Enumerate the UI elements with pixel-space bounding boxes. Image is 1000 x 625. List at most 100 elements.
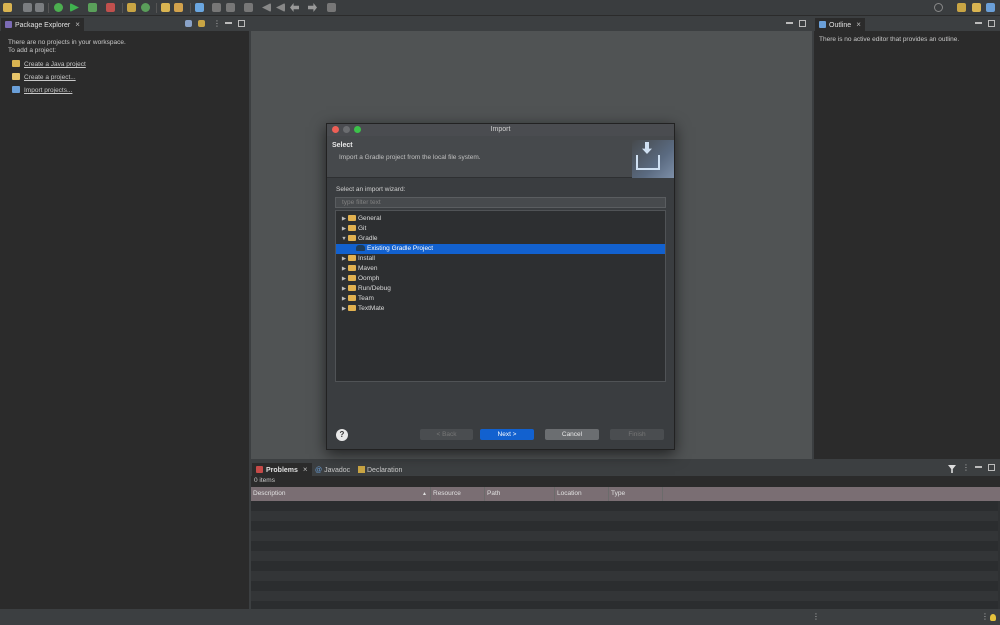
editor-maximize-icon[interactable] bbox=[799, 20, 806, 27]
forward-arrow-icon[interactable] bbox=[308, 3, 317, 12]
table-row bbox=[251, 541, 998, 551]
save-all-icon[interactable] bbox=[35, 3, 44, 12]
view-menu-icon[interactable]: ⋮ bbox=[213, 19, 221, 28]
status-menu-icon[interactable]: ⋮ bbox=[981, 612, 989, 621]
expand-arrow-icon[interactable]: ▶ bbox=[340, 294, 348, 304]
import-projects-link[interactable]: Import projects... bbox=[12, 86, 72, 96]
table-row bbox=[251, 571, 998, 581]
close-icon[interactable]: × bbox=[75, 20, 80, 29]
minimize-icon[interactable] bbox=[975, 466, 982, 468]
tree-item-gradle[interactable]: ▼ Gradle bbox=[336, 234, 665, 244]
search-icon[interactable] bbox=[934, 3, 943, 12]
coverage-icon[interactable] bbox=[88, 3, 97, 12]
next-annotation-icon[interactable] bbox=[244, 3, 253, 12]
tree-item-textmate[interactable]: ▶ TextMate bbox=[336, 304, 665, 314]
collapse-arrow-icon[interactable]: ▼ bbox=[340, 234, 348, 244]
link-editor-icon[interactable] bbox=[198, 20, 205, 27]
column-header-path[interactable]: Path bbox=[485, 487, 555, 501]
problems-item-count: 0 items bbox=[254, 477, 275, 484]
maximize-icon[interactable] bbox=[238, 20, 245, 27]
project-icon bbox=[12, 73, 20, 80]
new-package-icon[interactable] bbox=[127, 3, 136, 12]
expand-arrow-icon[interactable]: ▶ bbox=[340, 304, 348, 314]
next-button[interactable]: Next > bbox=[480, 429, 534, 440]
expand-arrow-icon[interactable]: ▶ bbox=[340, 274, 348, 284]
open-perspective-icon[interactable] bbox=[957, 3, 966, 12]
debug-perspective-icon[interactable] bbox=[986, 3, 995, 12]
maximize-icon[interactable] bbox=[988, 20, 995, 27]
expand-arrow-icon[interactable]: ▶ bbox=[340, 254, 348, 264]
cancel-button[interactable]: Cancel bbox=[545, 429, 599, 440]
editor-minimize-icon[interactable] bbox=[786, 22, 793, 24]
view-menu-icon[interactable]: ⋮ bbox=[962, 463, 970, 472]
no-projects-message: There are no projects in your workspace. bbox=[8, 39, 126, 46]
lightbulb-icon[interactable] bbox=[990, 614, 996, 621]
status-bar: ⋮ ⋮ bbox=[0, 610, 1000, 625]
tree-item-general[interactable]: ▶ General bbox=[336, 214, 665, 224]
last-edit-icon[interactable] bbox=[276, 3, 285, 12]
zoom-window-button[interactable] bbox=[354, 126, 361, 133]
tree-item-maven[interactable]: ▶ Maven bbox=[336, 264, 665, 274]
save-icon[interactable] bbox=[23, 3, 32, 12]
tree-item-install[interactable]: ▶ Install bbox=[336, 254, 665, 264]
column-header-location[interactable]: Location bbox=[555, 487, 609, 501]
tree-item-git[interactable]: ▶ Git bbox=[336, 224, 665, 234]
tree-item-team[interactable]: ▶ Team bbox=[336, 294, 665, 304]
dialog-titlebar: Import bbox=[327, 124, 674, 136]
back-button[interactable]: < Back bbox=[420, 429, 473, 440]
back-icon[interactable] bbox=[262, 3, 271, 12]
dialog-header: Select Import a Gradle project from the … bbox=[327, 136, 674, 178]
table-row bbox=[251, 591, 998, 601]
new-class-icon[interactable] bbox=[141, 3, 150, 12]
expand-arrow-icon[interactable]: ▶ bbox=[340, 284, 348, 294]
tab-declaration[interactable]: Declaration bbox=[358, 464, 402, 477]
status-menu-icon[interactable]: ⋮ bbox=[812, 612, 820, 621]
close-window-button[interactable] bbox=[332, 126, 339, 133]
expand-arrow-icon[interactable]: ▶ bbox=[340, 214, 348, 224]
filter-input[interactable]: type filter text bbox=[335, 197, 666, 208]
help-button[interactable]: ? bbox=[336, 429, 348, 441]
minimize-icon[interactable] bbox=[225, 22, 232, 24]
back-arrow-icon[interactable] bbox=[290, 3, 299, 12]
declaration-icon bbox=[358, 466, 365, 473]
toggle-icon[interactable] bbox=[195, 3, 204, 12]
tree-item-oomph[interactable]: ▶ Oomph bbox=[336, 274, 665, 284]
filter-icon[interactable] bbox=[948, 465, 956, 473]
folder-icon bbox=[348, 265, 356, 271]
mark-icon[interactable] bbox=[212, 3, 221, 12]
annotation-icon[interactable] bbox=[226, 3, 235, 12]
expand-arrow-icon[interactable]: ▶ bbox=[340, 224, 348, 234]
create-project-link[interactable]: Create a project... bbox=[12, 73, 76, 83]
pin-editor-icon[interactable] bbox=[327, 3, 336, 12]
tab-package-explorer[interactable]: Package Explorer × bbox=[1, 18, 84, 31]
tab-javadoc[interactable]: @ Javadoc bbox=[315, 464, 350, 477]
column-header-description[interactable]: Description ▲ bbox=[251, 487, 431, 501]
tree-item-run-debug[interactable]: ▶ Run/Debug bbox=[336, 284, 665, 294]
minimize-icon[interactable] bbox=[975, 22, 982, 24]
table-row bbox=[251, 501, 998, 511]
tree-item-existing-gradle-project[interactable]: Existing Gradle Project bbox=[336, 244, 665, 254]
tab-outline[interactable]: Outline × bbox=[815, 18, 865, 31]
run-icon[interactable] bbox=[70, 3, 79, 12]
pencil-icon[interactable] bbox=[174, 3, 183, 12]
open-folder-icon[interactable] bbox=[161, 3, 170, 12]
collapse-all-icon[interactable] bbox=[185, 20, 192, 27]
import-dialog: Import Select Import a Gradle project fr… bbox=[326, 123, 675, 450]
finish-button[interactable]: Finish bbox=[610, 429, 664, 440]
new-icon[interactable] bbox=[3, 3, 12, 12]
table-row bbox=[251, 551, 998, 561]
maximize-icon[interactable] bbox=[988, 464, 995, 471]
tab-problems[interactable]: Problems × bbox=[252, 463, 312, 476]
close-icon[interactable]: × bbox=[856, 20, 861, 29]
toolbar-separator bbox=[48, 3, 49, 13]
external-tools-icon[interactable] bbox=[106, 3, 115, 12]
wizard-tree[interactable]: ▶ General ▶ Git ▼ Gradle Existing Gradle Pr… bbox=[335, 210, 666, 382]
close-icon[interactable]: × bbox=[303, 465, 308, 474]
column-header-resource[interactable]: Resource bbox=[431, 487, 485, 501]
expand-arrow-icon[interactable]: ▶ bbox=[340, 264, 348, 274]
minimize-window-button[interactable] bbox=[343, 126, 350, 133]
create-java-project-link[interactable]: Create a Java project bbox=[12, 60, 86, 70]
debug-icon[interactable] bbox=[54, 3, 63, 12]
java-perspective-icon[interactable] bbox=[972, 3, 981, 12]
column-header-type[interactable]: Type bbox=[609, 487, 663, 501]
